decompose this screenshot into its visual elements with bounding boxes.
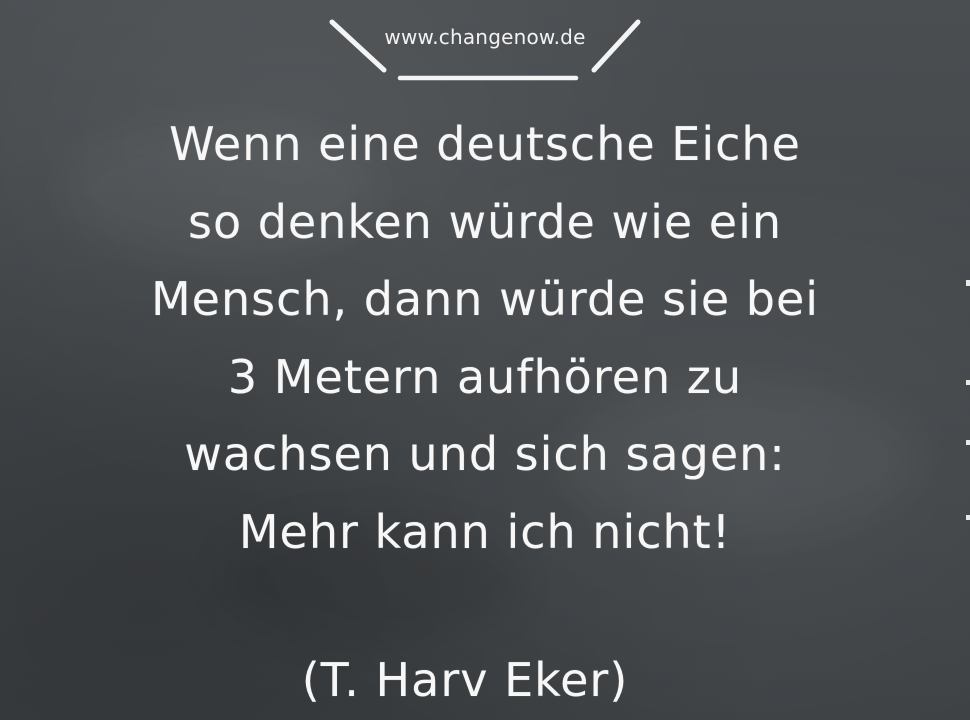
quote-author: (T. Harv Eker) — [301, 653, 629, 707]
quote-text: Wenn eine deutsche Eiche so denken würde… — [0, 106, 970, 571]
quote-line: Mehr kann ich nicht! — [238, 504, 732, 559]
chalkboard-background: www.changenow.de Wenn eine deutsche Eich… — [0, 0, 970, 720]
quote-line: Mensch, dann würde sie bei — [150, 272, 820, 326]
edge-chalk-marks — [966, 280, 970, 520]
quote-line: Wenn eine deutsche Eiche — [169, 117, 801, 171]
quote-line: so denken würde wie ein — [187, 194, 783, 249]
header-chalk-lines — [329, 19, 641, 81]
quote-line: 3 Metern aufhören zu — [227, 349, 743, 404]
site-url: www.changenow.de — [384, 25, 586, 49]
quote-line: wachsen und sich sagen: — [184, 427, 786, 481]
